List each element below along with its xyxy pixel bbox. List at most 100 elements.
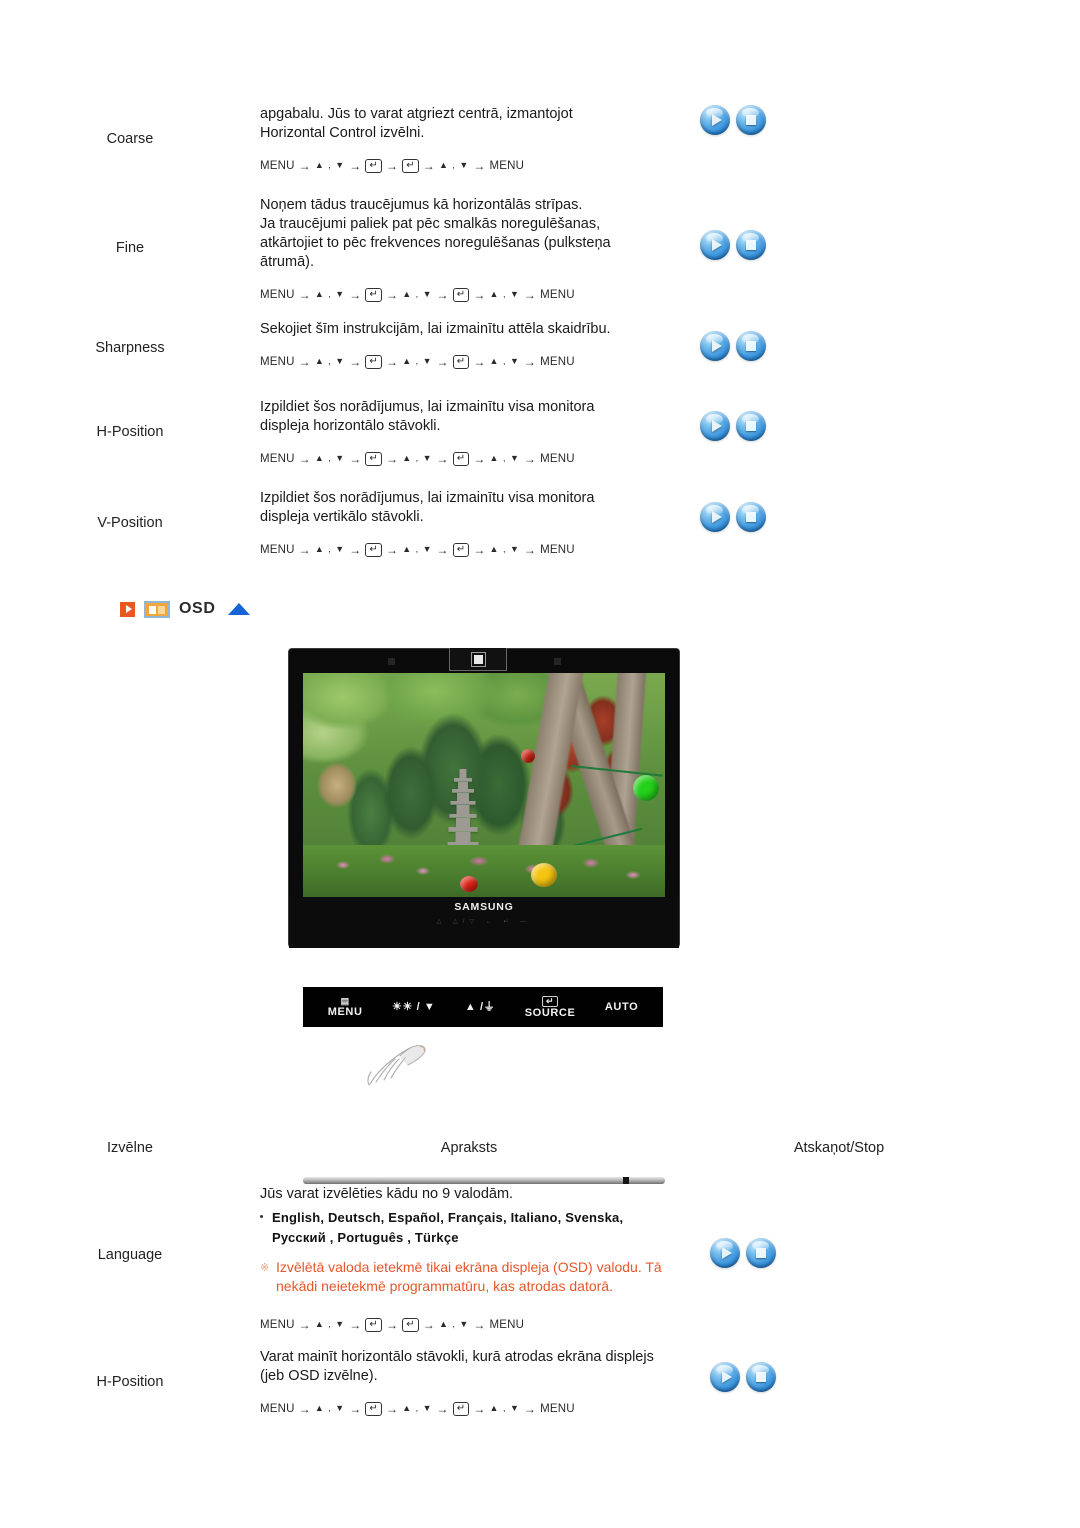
description-language: Jūs varat izvēlēties kādu no 9 valodām. … (260, 1185, 710, 1335)
nav-sequence-h-position: MENU → ▲ , ▼ → ↵ → ▲ , ▼ → ↵ → ▲ , ▼ → M… (260, 450, 678, 469)
osd-section-heading: OSD (120, 600, 251, 618)
scene-red-lantern (460, 876, 478, 892)
nav-sequence-fine: MENU → ▲ , ▼ → ↵ → ▲ , ▼ → ↵ → ▲ , ▼ → M… (260, 286, 678, 305)
arrow-icon: → (473, 288, 486, 302)
enter-key-icon: ↵ (452, 451, 470, 466)
play-button[interactable] (700, 230, 730, 260)
source-button-label: SOURCE (524, 1006, 576, 1019)
up-down-arrows-label: ▲ , ▼ (402, 1403, 433, 1413)
stop-button[interactable] (746, 1362, 776, 1392)
stop-button[interactable] (736, 331, 766, 361)
stop-button[interactable] (736, 502, 766, 532)
play-button[interactable] (700, 331, 730, 361)
desc-line: Noņem tādus traucējumus kā horizontālās … (260, 197, 583, 213)
nav-menu-label: MENU (260, 544, 295, 556)
up-down-arrows-label: ▲ , ▼ (489, 289, 520, 299)
menu-label-language: Language (97, 1247, 163, 1263)
menu-button[interactable]: ▤ MENU (328, 996, 363, 1018)
arrow-icon: → (386, 452, 399, 466)
desc-line: Izpildiet šos norādījumus, lai izmainītu… (260, 399, 595, 415)
logo-square-icon (471, 652, 485, 666)
nav-menu-label: MENU (540, 544, 575, 556)
description-coarse: apgabalu. Jūs to varat atgriezt centrā, … (260, 105, 678, 176)
play-button[interactable] (700, 411, 730, 441)
nav-sequence-language: MENU → ▲ , ▼ → ↵ → ↵ → ▲ , ▼ → MENU (260, 1316, 710, 1335)
language-intro-text: Jūs varat izvēlēties kādu no 9 valodām. (260, 1186, 514, 1202)
volume-up-button[interactable]: ▲ /⏚ (465, 1001, 495, 1013)
auto-button[interactable]: AUTO (605, 1001, 638, 1013)
play-icon (700, 331, 730, 361)
language-list-line: Русский , Português , Türkçe (272, 1230, 459, 1245)
playstop-cell (678, 489, 1080, 532)
desc-line: Horizontal Control izvēlni. (260, 125, 425, 141)
bullet-icon (260, 1215, 263, 1218)
enter-key-icon: ↵ (452, 1401, 470, 1416)
up-down-arrows-label: ▲ , ▼ (489, 356, 520, 366)
stop-button[interactable] (736, 105, 766, 135)
play-icon (700, 411, 730, 441)
play-button[interactable] (700, 105, 730, 135)
stop-icon (736, 105, 766, 135)
brightness-down-label: ☀☀ / ▼ (392, 1000, 436, 1013)
up-down-arrows-label: ▲ , ▼ (314, 544, 346, 554)
play-button[interactable] (710, 1362, 740, 1392)
arrow-icon: → (436, 543, 449, 557)
table-row-sharpness: Sharpness Sekojiet šīm instrukcijām, lai… (0, 320, 1080, 372)
menu-label-sharpness: Sharpness (95, 340, 165, 356)
arrow-icon: → (436, 288, 449, 302)
play-button[interactable] (710, 1238, 740, 1268)
arrow-icon: → (436, 355, 449, 369)
enter-key-icon: ↵ (365, 451, 382, 466)
table-row-fine: Fine Noņem tādus traucējumus kā horizont… (0, 196, 1080, 305)
arrow-icon: → (298, 355, 311, 369)
menu-label-osd-h-position: H-Position (96, 1374, 164, 1390)
desc-line: Varat mainīt horizontālo stāvokli, kurā … (260, 1349, 654, 1365)
osd-monitor-icon (144, 600, 170, 618)
play-button[interactable] (700, 502, 730, 532)
arrow-icon: → (386, 543, 399, 557)
arrow-icon: → (298, 159, 311, 173)
desc-line: (jeb OSD izvēlne). (260, 1368, 378, 1384)
warning-line: Izvēlētā valoda ietekmē tikai ekrāna dis… (276, 1259, 662, 1275)
column-header-playstop: Atskaņot/Stop (793, 1140, 885, 1156)
arrow-icon: → (523, 1402, 537, 1416)
arrow-icon: → (386, 1318, 399, 1332)
stop-button[interactable] (736, 411, 766, 441)
up-down-arrows-label: ▲ , ▼ (314, 160, 346, 170)
nav-menu-label: MENU (260, 356, 295, 368)
up-down-arrows-label: ▲ , ▼ (439, 160, 470, 170)
up-down-arrows-label: ▲ , ▼ (314, 1319, 346, 1329)
stop-button[interactable] (736, 230, 766, 260)
enter-key-icon: ↵ (452, 354, 470, 369)
stop-icon (736, 230, 766, 260)
monitor-screen (303, 673, 665, 897)
column-header-menu: Izvēlne (107, 1140, 153, 1156)
up-down-arrows-label: ▲ , ▼ (489, 1403, 520, 1413)
stop-button[interactable] (746, 1238, 776, 1268)
menu-label-coarse: Coarse (106, 131, 154, 147)
arrow-icon: → (473, 543, 486, 557)
menu-grid-icon: ▤ (340, 996, 350, 1006)
menu-label-fine: Fine (115, 240, 145, 256)
arrow-icon: → (349, 543, 362, 557)
monitor-top-logo-tab (449, 648, 507, 671)
arrow-icon: → (436, 452, 449, 466)
desc-line: atkārtojiet to pēc frekvences noregulēša… (260, 235, 611, 251)
brightness-down-button[interactable]: ☀☀ / ▼ (392, 1000, 436, 1013)
nav-menu-label: MENU (260, 160, 295, 172)
scroll-to-top-triangle-icon[interactable] (228, 603, 251, 615)
menu-label-h-position: H-Position (96, 424, 164, 440)
enter-key-icon: ↵ (541, 995, 559, 1007)
scene-red-lantern-upper (521, 749, 535, 763)
source-button[interactable]: ↵ SOURCE (524, 995, 576, 1019)
arrow-icon: → (473, 159, 486, 173)
playstop-cell (710, 1185, 1080, 1268)
monitor-control-button-bar: ▤ MENU ☀☀ / ▼ ▲ /⏚ ↵ SOURCE AUTO (303, 987, 663, 1027)
play-marker-icon (120, 601, 135, 617)
up-down-arrows-label: ▲ , ▼ (402, 544, 433, 554)
enter-key-icon: ↵ (365, 1401, 382, 1416)
desc-line: displeja horizontālo stāvokli. (260, 418, 441, 434)
desc-line: displeja vertikālo stāvokli. (260, 509, 424, 525)
hand-pointer-icon (367, 1045, 426, 1086)
arrow-icon: → (298, 1318, 311, 1332)
